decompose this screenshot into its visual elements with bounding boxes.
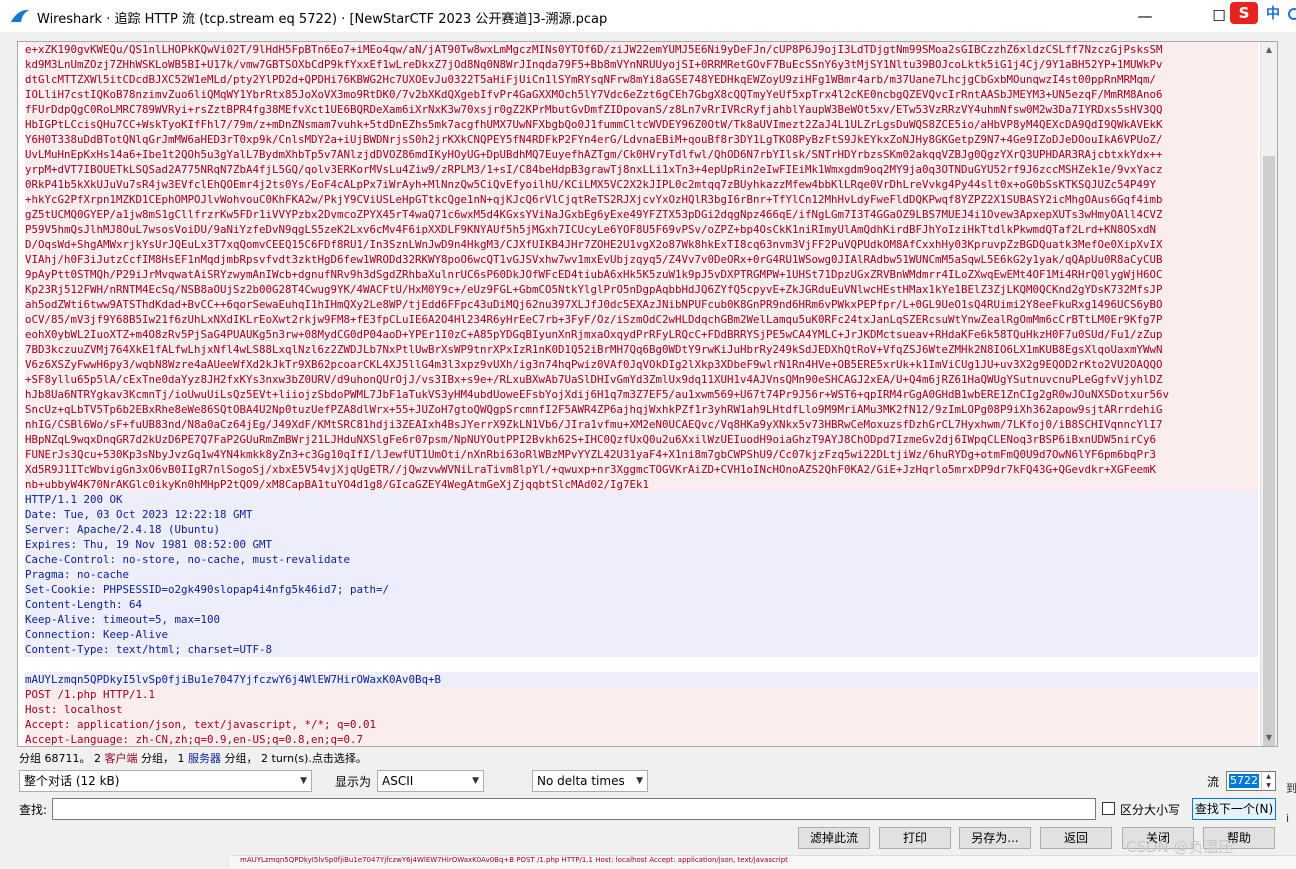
stream-number-spinbox[interactable]: 5722 ▲ ▼	[1226, 771, 1276, 791]
turn-count: 2	[261, 752, 268, 765]
client-stream-line: HBpNZqL9wqxDnqGR7d2kUzD6PE7Q7FaP2GUuRmZm…	[25, 432, 1258, 447]
client-stream-line: fFUrDdpQgC0RoLMRC789WVRyi+rsZztBPR4fg38M…	[25, 102, 1258, 117]
case-sensitive-label: 区分大小写	[1120, 803, 1181, 817]
server-stream-line: Connection: Keep-Alive	[25, 627, 1258, 642]
client-stream-line: oCV/85/mV3jf9Y68B5Iw21f6zUhLxNXdIKLrEoXw…	[25, 312, 1258, 327]
server-stream-line: Pragma: no-cache	[25, 567, 1258, 582]
stream-content: e+xZK190gvKWEQu/QS1nlLHOPkKQwVi02T/9lHdH…	[25, 42, 1258, 746]
client-stream-line: Host: localhost	[25, 702, 1258, 717]
client-stream-line: POST /1.php HTTP/1.1	[25, 687, 1258, 702]
save-as-button[interactable]: 另存为...	[959, 827, 1031, 849]
client-stream-line: HbIGPtLCcisQHu7CC+WskTyoKIfFhl7/79m/z+mD…	[25, 117, 1258, 132]
find-label: 查找:	[19, 803, 48, 817]
client-stream-line: nb+ubbyW4K70NrAKGlc0ikyKn0hMHpP2tQO9/xM8…	[25, 477, 1258, 492]
server-stream-line: Content-Length: 64	[25, 597, 1258, 612]
chevron-down-icon: ▼	[472, 776, 479, 786]
find-next-button[interactable]: 查找下一个(N)	[1192, 798, 1276, 820]
client-stream-line: Xd5R9J1ITcWbvigGn3xO6vB0IIgR7nlSogoSj/xb…	[25, 462, 1258, 477]
summary-mid2: 分组，	[224, 752, 258, 765]
client-stream-line: yrpM+dVT7IBOUETkLSQSad2A775NRqN7ZbA4fjL5…	[25, 162, 1258, 177]
client-stream-line: hJb8Ua6NTRYgkav3KcmnTj/ioUwuUiLsQz5EVt+l…	[25, 387, 1258, 402]
spin-arrows-icon[interactable]: ▲ ▼	[1261, 772, 1275, 790]
client-stream-line: e+xZK190gvKWEQu/QS1nlLHOPkKQwVi02T/9lHdH…	[25, 42, 1258, 57]
summary-suffix: turn(s).点击选择。	[271, 752, 367, 765]
client-stream-line: Kp23Rj512FWH/nRNTM4EcSq/NSB8aOUjSz2b00G2…	[25, 282, 1258, 297]
client-stream-line: ah5odZWti6tww9ATSThdKdad+BvCC++6qorSewaE…	[25, 297, 1258, 312]
client-stream-line: UvLMuHnEpKxHs14a6+Ibe1t2QOh5u3gYalL7Bydm…	[25, 147, 1258, 162]
client-stream-line: V6z6XSZyFwwH6py3/wqbN8Wzre4aAUeeWfXd2kJk…	[25, 357, 1258, 372]
server-stream-line: Keep-Alive: timeout=5, max=100	[25, 612, 1258, 627]
client-stream-line: SncUz+qLbTV5Tp6b2EBxRhe8eWe86SQtOBA4U2Np…	[25, 402, 1258, 417]
summary-mid1: 分组，	[141, 752, 174, 765]
client-stream-line: P59V5hmQsJlhMJ8OuL7wsosVoiDU/9aNiYzfeDvN…	[25, 222, 1258, 237]
client-stream-line: Y6H0T338uDdBTotQNlqGrJmMW6aHED3rT0xp9k/C…	[25, 132, 1258, 147]
scroll-down-icon[interactable]: ▼	[1261, 730, 1277, 746]
client-stream-line: 0RkP41b5kXkUJuVu7sR4jw3EVfclEhQOEmr4j2ts…	[25, 177, 1258, 192]
conversation-select-value: 整个对话 (12 kB)	[24, 774, 120, 788]
server-stream-line: HTTP/1.1 200 OK	[25, 492, 1258, 507]
client-label: 客户端	[104, 752, 138, 765]
client-stream-line: D/OqsWd+ShgAMWxrjkYsUrJQEuLx3T7xqQomvCEE…	[25, 237, 1258, 252]
vertical-scrollbar[interactable]: ▲ ▼	[1260, 42, 1277, 746]
background-window-strip: mAUYLzmqn5QPDkyI5lvSp0fjiBu1e7047YjfczwY…	[230, 855, 1296, 869]
show-as-select-value: ASCII	[382, 774, 414, 788]
scroll-up-icon[interactable]: ▲	[1261, 42, 1277, 58]
background-window-text: mAUYLzmqn5QPDkyI5lvSp0fjiBu1e7047YjfczwY…	[240, 856, 788, 864]
delta-times-value: No delta times	[537, 774, 625, 788]
show-as-select[interactable]: ASCII ▼	[377, 770, 484, 792]
client-stream-line: gZ5tUCMQ0GYEP/a1jw8mS1gCllfrzrKw5FDr1iVV…	[25, 207, 1258, 222]
client-stream-line: IOLliH7cstIQKoB78nzimvZuo6liQMqWY1YbrRtx…	[25, 87, 1258, 102]
background-window-text: 到	[1286, 782, 1296, 795]
packet-summary: 分组 68711。 2 客户端 分组， 1 服务器 分组， 2 turn(s).…	[19, 750, 367, 766]
ime-punct-icon	[1288, 8, 1296, 20]
server-label: 服务器	[188, 752, 221, 765]
client-stream-line: FUNErJs3Qcu+530Kp3sNbyJvzGq1w4YN4kmkk8yZ…	[25, 447, 1258, 462]
client-stream-line: dtGlcMTTZXWl5itCDcdBJXC52W1eMLd/pty2YlPD…	[25, 72, 1258, 87]
server-packet-count: 1	[177, 752, 185, 765]
wireshark-fin-icon	[11, 9, 29, 22]
ime-mode-label: 中	[1266, 6, 1280, 22]
client-stream-line: 9pAyPtt0STMQh/P29iJrMvqwatAiSRYzwymAnIWc…	[25, 267, 1258, 282]
delta-times-select[interactable]: No delta times ▼	[532, 770, 648, 792]
stream-number-value: 5722	[1229, 774, 1259, 788]
server-stream-line: Set-Cookie: PHPSESSID=o2gk490slopap4i4nf…	[25, 582, 1258, 597]
client-stream-line: kd9M3LnUmZOzj7ZHhWSKLoWB5BI+U17k/vmw7GBT…	[25, 57, 1258, 72]
summary-prefix: 分组 68711。	[19, 752, 91, 765]
client-stream-line: +SF8yllu65p5lA/cExTne0daYyz8JH2fxKYs3nxw…	[25, 372, 1258, 387]
server-stream-line: mAUYLzmqn5QPDkyI5lvSp0fjiBu1e7047YjfczwY…	[25, 672, 1258, 687]
client-stream-line: Accept: application/json, text/javascrip…	[25, 717, 1258, 732]
csdn-watermark: CSDN @负温压	[1126, 838, 1234, 856]
server-stream-line: Content-Type: text/html; charset=UTF-8	[25, 642, 1258, 657]
background-window-text: i	[1286, 812, 1290, 825]
chevron-down-icon: ▼	[636, 776, 643, 786]
conversation-select[interactable]: 整个对话 (12 kB) ▼	[19, 770, 312, 792]
sogou-ime-icon: S	[1230, 2, 1258, 24]
find-input[interactable]	[52, 798, 1096, 820]
client-stream-line: nhIG/CSBl6Wo/sF+fuUB83nd/N8a0aCz64jEg/J4…	[25, 417, 1258, 432]
show-as-label: 显示为	[335, 775, 372, 789]
client-stream-line: 7BD3kczuuZVMj764XkE1fALfwLhjxNfl4wLS88Lx…	[25, 342, 1258, 357]
title-bar: Wireshark · 追踪 HTTP 流 (tcp.stream eq 572…	[0, 0, 1296, 32]
filter-out-stream-button[interactable]: 滤掉此流	[798, 827, 870, 849]
server-stream-line	[25, 657, 1258, 672]
scroll-thumb[interactable]	[1263, 156, 1275, 746]
server-stream-line: Cache-Control: no-store, no-cache, must-…	[25, 552, 1258, 567]
server-stream-line: Server: Apache/2.4.18 (Ubuntu)	[25, 522, 1258, 537]
client-packet-count: 2	[94, 752, 101, 765]
client-stream-line: eohX0ybWL2IuoXTZ+m4O8zRv5PjSaG4PUAUKg5n3…	[25, 327, 1258, 342]
stream-text-area[interactable]: e+xZK190gvKWEQu/QS1nlLHOPkKQwVi02T/9lHdH…	[17, 41, 1278, 747]
client-stream-line: Accept-Language: zh-CN,zh;q=0.9,en-US;q=…	[25, 732, 1258, 746]
print-button[interactable]: 打印	[879, 827, 951, 849]
minimize-button[interactable]: —	[1122, 4, 1168, 28]
client-stream-line: VIAhj/h0F3iJutzCcfIM8HsEF1nMqdjmbRpsvfvd…	[25, 252, 1258, 267]
client-stream-line: +hkYcG2PfXrpn1MZKD1CEphOMPOJlvWohvouC0Kh…	[25, 192, 1258, 207]
back-button[interactable]: 返回	[1040, 827, 1112, 849]
chevron-down-icon: ▼	[300, 776, 307, 786]
server-stream-line: Expires: Thu, 19 Nov 1981 08:52:00 GMT	[25, 537, 1258, 552]
server-stream-line: Date: Tue, 03 Oct 2023 12:22:18 GMT	[25, 507, 1258, 522]
case-sensitive-checkbox[interactable]	[1102, 802, 1115, 815]
ime-indicator[interactable]: S 中	[1228, 2, 1296, 28]
window-title: Wireshark · 追踪 HTTP 流 (tcp.stream eq 572…	[37, 12, 608, 27]
stream-label: 流	[1207, 775, 1220, 789]
